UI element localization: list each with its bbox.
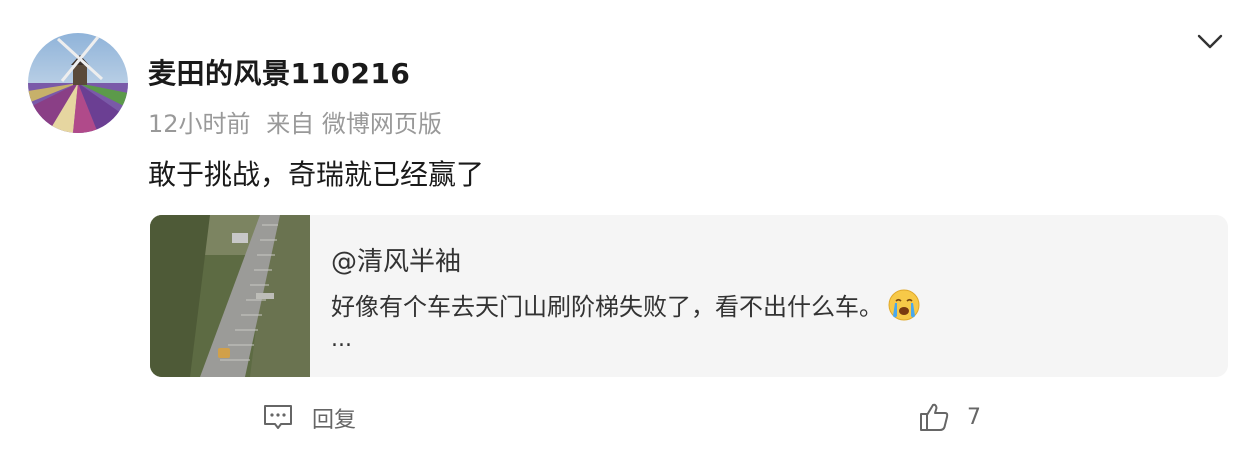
post-time: 12小时前 (148, 110, 251, 138)
crying-emoji-icon (887, 288, 921, 322)
post-source[interactable]: 来自 微博网页版 (266, 110, 442, 138)
quoted-text-row: 好像有个车去天门山刷阶梯失败了，看不出什么车。 (331, 287, 921, 322)
username[interactable]: 麦田的风景110216 (148, 52, 410, 92)
quoted-post-thumbnail[interactable] (150, 215, 310, 377)
avatar-windmill-image (28, 33, 128, 133)
avatar[interactable] (28, 33, 128, 133)
like-count: 7 (967, 404, 981, 430)
reply-button[interactable]: 回复 (262, 402, 356, 434)
quoted-text: 好像有个车去天门山刷阶梯失败了，看不出什么车。 (331, 293, 883, 321)
post-meta: 12小时前 来自 微博网页版 (148, 104, 450, 139)
post-text: 敢于挑战，奇瑞就已经赢了 (148, 158, 485, 191)
quoted-post-card[interactable]: @清风半袖 好像有个车去天门山刷阶梯失败了，看不出什么车。 ... (150, 215, 1228, 377)
chevron-down-icon[interactable] (1194, 28, 1226, 56)
reply-label: 回复 (312, 408, 357, 433)
like-button[interactable]: 7 (918, 401, 981, 433)
quoted-author[interactable]: @清风半袖 (331, 241, 461, 278)
comment-icon (264, 405, 292, 429)
quoted-more: ... (331, 327, 352, 352)
thumbs-up-icon (920, 403, 949, 431)
